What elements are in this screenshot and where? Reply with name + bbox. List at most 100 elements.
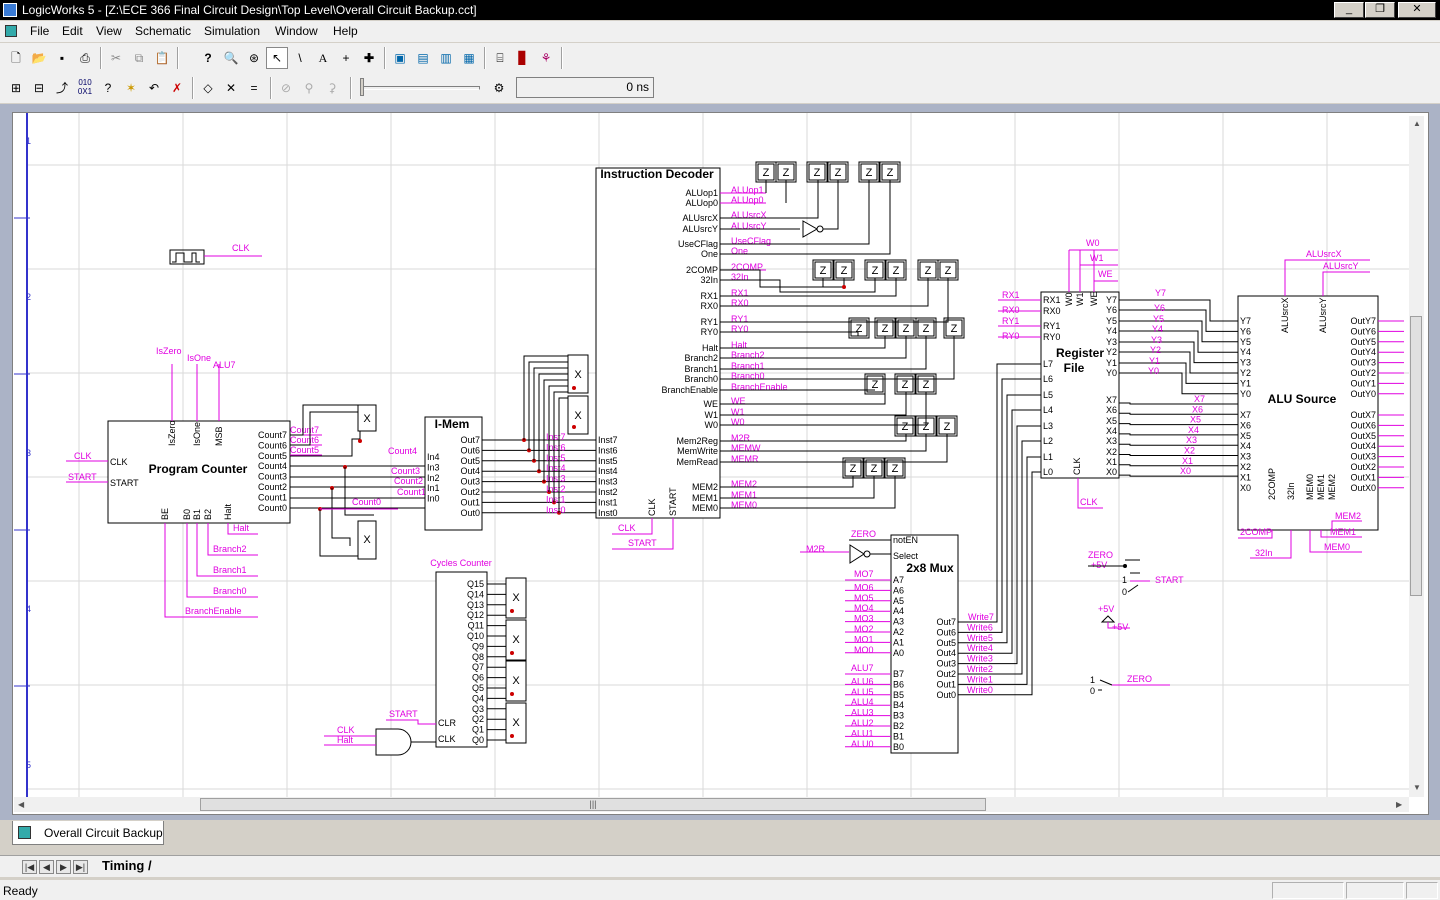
menu-schematic[interactable]: Schematic <box>135 24 191 38</box>
zoom-help-icon[interactable]: ⊛ <box>243 47 265 69</box>
fit-icon[interactable]: ⊞ <box>5 77 27 99</box>
pointer-icon[interactable]: ↖ <box>266 47 288 69</box>
net-label: MEM1 <box>1330 527 1356 537</box>
zoom-icon[interactable]: 🔍 <box>220 47 242 69</box>
menu-window[interactable]: Window <box>275 24 318 38</box>
menu-simulation[interactable]: Simulation <box>204 24 260 38</box>
pin-label: Out1 <box>936 679 956 689</box>
scroll-up-arrow[interactable]: ▲ <box>1413 119 1421 128</box>
print-icon[interactable]: ⎙ <box>74 47 96 69</box>
scroll-right-arrow[interactable]: ▶ <box>1396 800 1402 809</box>
add-icon[interactable]: ✚ <box>358 47 380 69</box>
pin-label: Count0 <box>258 503 287 513</box>
step-icon[interactable]: ⚲ <box>298 77 320 99</box>
pin-label: RX0 <box>700 301 718 311</box>
net-label: W1 <box>1090 253 1104 263</box>
chart-icon[interactable]: ▊ <box>512 47 534 69</box>
probe-z-label: Z <box>856 323 863 335</box>
timing-prev-button[interactable]: ◀ <box>39 860 54 874</box>
vertical-scroll-thumb[interactable] <box>1410 316 1422 596</box>
part-icon-4[interactable]: ▦ <box>458 47 480 69</box>
menu-view[interactable]: View <box>96 24 122 38</box>
probe-icon[interactable]: ? <box>97 77 119 99</box>
cut-icon[interactable]: ✂ <box>105 47 127 69</box>
menu-help[interactable]: Help <box>333 24 358 38</box>
net-label: ALUop0 <box>731 195 764 205</box>
wire <box>1119 402 1238 405</box>
probe-z-label: Z <box>850 463 857 475</box>
net-label: Branch0 <box>213 586 247 596</box>
minimize-button[interactable]: _ <box>1334 2 1364 18</box>
close-button[interactable]: ✕ <box>1398 2 1436 18</box>
register-file-title: Register <box>1056 346 1104 360</box>
net-label: Branch2 <box>213 544 247 554</box>
pen-icon[interactable]: \ <box>289 47 311 69</box>
menu-file[interactable]: File <box>30 24 49 38</box>
fit-2-icon[interactable]: ⊟ <box>28 77 50 99</box>
speed-icon[interactable]: ⚙ <box>488 77 510 99</box>
net-label: ALU7 <box>851 663 874 673</box>
pin-label: OutX2 <box>1350 462 1376 472</box>
network-icon[interactable]: ⚘ <box>535 47 557 69</box>
route-icon[interactable]: ⤴ <box>51 77 73 99</box>
probe-z-label: Z <box>923 379 930 391</box>
pin-label: Q15 <box>467 579 484 589</box>
menu-edit[interactable]: Edit <box>62 24 83 38</box>
timing-next-button[interactable]: ▶ <box>56 860 71 874</box>
vertical-scrollbar[interactable]: ▲ ▼ <box>1409 116 1424 797</box>
device-icon[interactable]: ⌸ <box>489 47 511 69</box>
reset-icon[interactable]: ⊘ <box>275 77 297 99</box>
horizontal-scroll-thumb[interactable]: ||| <box>200 798 986 811</box>
horizontal-scrollbar[interactable]: ◀ ||| ▶ <box>14 797 1409 812</box>
pin-label: X2 <box>1240 462 1251 472</box>
help-icon[interactable]: ? <box>197 47 219 69</box>
pin-label: X3 <box>1106 436 1117 446</box>
pin-label: Out0 <box>936 690 956 700</box>
pin-label: OutY1 <box>1350 378 1376 388</box>
scroll-left-arrow[interactable]: ◀ <box>18 800 24 809</box>
pin-label: 2COMP <box>686 265 718 275</box>
timing-last-button[interactable]: ▶| <box>73 860 88 874</box>
net-label: MO3 <box>854 614 874 624</box>
pin-label: Y7 <box>1240 316 1251 326</box>
paste-icon[interactable]: 📋 <box>151 47 173 69</box>
sim-speed-thumb[interactable] <box>360 78 364 96</box>
equals-icon[interactable]: = <box>243 77 265 99</box>
part-icon-3[interactable]: ▥ <box>435 47 457 69</box>
text-icon[interactable]: A <box>312 47 334 69</box>
timing-first-button[interactable]: |◀ <box>22 860 37 874</box>
binary-icon[interactable]: 010 0X1 <box>74 77 96 99</box>
x-icon[interactable]: ✕ <box>220 77 242 99</box>
copy-icon[interactable]: ⧉ <box>128 47 150 69</box>
junction-dot <box>510 651 514 655</box>
net-label: Count0 <box>352 497 381 507</box>
open-icon[interactable]: 📂 <box>28 47 50 69</box>
sim-speed-slider[interactable] <box>362 86 480 90</box>
document-menu-icon[interactable] <box>5 25 17 37</box>
crosshair-icon[interactable]: + <box>335 47 357 69</box>
run-icon[interactable]: ⚳ <box>321 77 343 99</box>
pin-label: X5 <box>1240 431 1251 441</box>
part-palette-icon[interactable]: ▣ <box>389 47 411 69</box>
delete-icon[interactable]: ✗ <box>166 77 188 99</box>
pin-label: W1 <box>705 410 719 420</box>
pin-label: Q11 <box>468 621 484 631</box>
diamond-icon[interactable]: ◇ <box>197 77 219 99</box>
scroll-down-arrow[interactable]: ▼ <box>1413 783 1421 792</box>
net-label: RX0 <box>1002 305 1020 315</box>
new-icon[interactable]: 🗋 <box>5 47 27 69</box>
undo-icon[interactable]: ↶ <box>143 77 165 99</box>
pin-label: Inst5 <box>598 456 618 466</box>
timing-tab[interactable]: Timing / <box>102 858 152 873</box>
schematic-canvas[interactable]: 1 2 3 4 5 CLK Program Counter CLK START CLK START I… <box>13 113 1409 797</box>
star-icon[interactable]: ✶ <box>120 77 142 99</box>
net-label: MEM0 <box>1324 542 1350 552</box>
status-cell <box>1406 882 1438 899</box>
part-icon-2[interactable]: ▤ <box>412 47 434 69</box>
save-icon[interactable]: ▪ <box>51 47 73 69</box>
pin-label: X6 <box>1106 405 1117 415</box>
pin-label: L5 <box>1043 390 1053 400</box>
document-tab[interactable]: Overall Circuit Backup <box>12 821 164 845</box>
pin-label: 32In <box>1286 482 1296 500</box>
restore-button[interactable]: ❐ <box>1365 2 1395 18</box>
